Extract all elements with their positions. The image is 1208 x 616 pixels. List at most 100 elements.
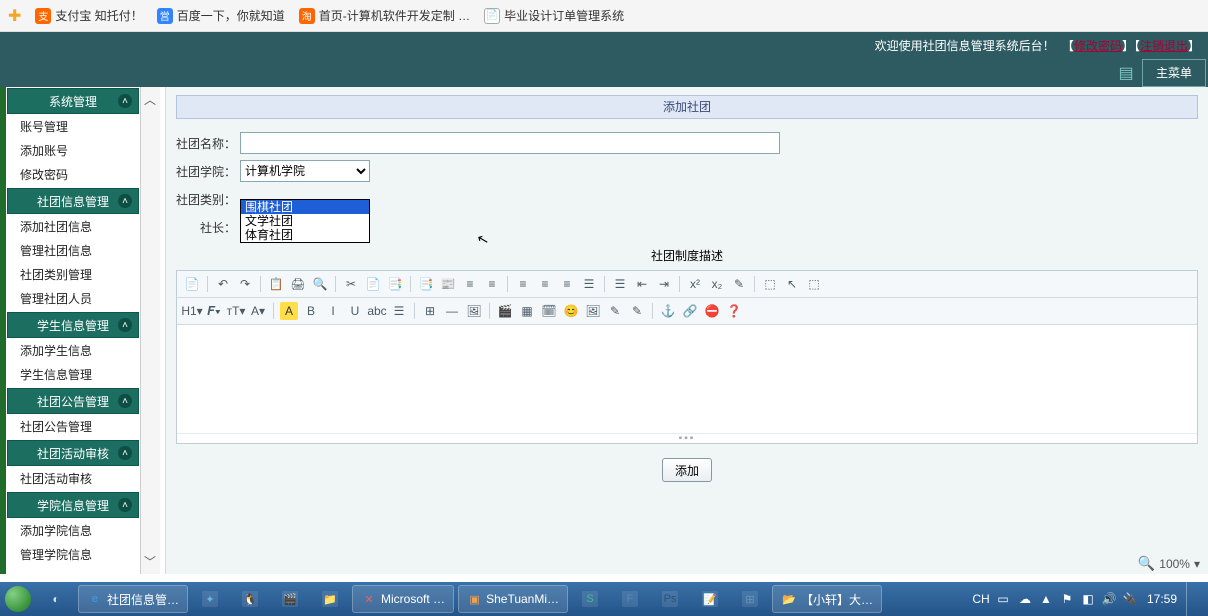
toolbar-button[interactable]: ⛔ [703, 302, 721, 320]
taskbar-item[interactable]: Ps [651, 585, 689, 613]
toolbar-button[interactable]: ⬚ [805, 275, 823, 293]
accordion-header[interactable]: 学生信息管理˄ [7, 312, 139, 338]
category-select-open[interactable]: 围棋社团 文学社团 体育社团 [240, 199, 370, 243]
category-option[interactable]: 文学社团 [241, 214, 369, 228]
taskbar-item[interactable]: ✕Microsoft … [352, 585, 454, 613]
sidebar-item[interactable]: 修改密码 [6, 163, 140, 187]
toolbar-button[interactable]: x² [686, 275, 704, 293]
toolbar-button[interactable]: ⇥ [655, 275, 673, 293]
toolbar-button[interactable]: ☰ [611, 275, 629, 293]
toolbar-button[interactable]: 🗓 [540, 302, 558, 320]
taskbar-item[interactable]: 🎬 [271, 585, 309, 613]
toolbar-button[interactable]: ⊞ [421, 302, 439, 320]
logout-link[interactable]: 注销退出 [1140, 39, 1188, 53]
submit-button[interactable]: 添加 [662, 458, 712, 482]
toolbar-button[interactable]: 📄 [183, 275, 201, 293]
taskbar-item[interactable]: ✦ [191, 585, 229, 613]
taskbar-item[interactable]: F [611, 585, 649, 613]
accordion-header[interactable]: 系统管理˄ [7, 88, 139, 114]
zoom-indicator[interactable]: 🔍 100% ▾ [1138, 555, 1200, 572]
toolbar-button[interactable]: ✎ [730, 275, 748, 293]
zoom-dropdown-icon[interactable]: ▾ [1194, 557, 1200, 571]
toolbar-button[interactable]: I [324, 302, 342, 320]
toolbar-button[interactable]: — [443, 302, 461, 320]
college-select[interactable]: 计算机学院 [240, 160, 370, 182]
taskbar-item[interactable]: 🐧 [231, 585, 269, 613]
toolbar-button[interactable]: ≡ [461, 275, 479, 293]
toolbar-button[interactable]: 🖼 [465, 302, 483, 320]
toolbar-button[interactable]: 🔍 [311, 275, 329, 293]
sidebar-item[interactable]: 社团类别管理 [6, 263, 140, 287]
sidebar-item[interactable]: 添加账号 [6, 139, 140, 163]
toolbar-button[interactable]: H1▾ [183, 302, 201, 320]
main-menu-button[interactable]: 主菜单 [1142, 59, 1206, 87]
toolbar-button[interactable]: ⚓ [659, 302, 677, 320]
toolbar-button[interactable]: abc [368, 302, 386, 320]
accordion-header[interactable]: 学院信息管理˄ [7, 492, 139, 518]
toolbar-button[interactable]: 😊 [562, 302, 580, 320]
start-button[interactable] [0, 582, 36, 616]
editor-body[interactable] [177, 325, 1197, 433]
toolbar-button[interactable]: B [302, 302, 320, 320]
toolbar-button[interactable]: ⬚ [761, 275, 779, 293]
toolbar-button[interactable]: тT▾ [227, 302, 245, 320]
toolbar-button[interactable]: ☰ [390, 302, 408, 320]
toolbar-button[interactable]: 🖼 [584, 302, 602, 320]
club-name-input[interactable] [240, 132, 780, 154]
tray-icon[interactable]: ◧ [1080, 591, 1096, 607]
tray-icon[interactable]: ☁ [1017, 591, 1033, 607]
sidebar-item[interactable]: 账号管理 [6, 115, 140, 139]
toolbar-button[interactable]: A▾ [249, 302, 267, 320]
toolbar-button[interactable]: ≡ [558, 275, 576, 293]
toolbar-button[interactable]: 📑 [417, 275, 435, 293]
toolbar-button[interactable]: 📰 [439, 275, 457, 293]
toolbar-button[interactable]: ≡ [514, 275, 532, 293]
tray-icon[interactable]: ▲ [1038, 591, 1054, 607]
ime-sub-icon[interactable]: ▭ [995, 591, 1011, 607]
accordion-header[interactable]: 社团信息管理˄ [7, 188, 139, 214]
toolbar-button[interactable]: 📋 [267, 275, 285, 293]
toolbar-button[interactable]: ▦ [518, 302, 536, 320]
category-option[interactable]: 体育社团 [241, 228, 369, 242]
category-option[interactable]: 围棋社团 [241, 200, 369, 214]
toolbar-button[interactable]: ❓ [725, 302, 743, 320]
taskbar-item[interactable]: 📂【小轩】大… [772, 585, 882, 613]
menu-toggle-icon[interactable]: ▤ [1114, 61, 1138, 85]
sidebar-item[interactable]: 管理社团人员 [6, 287, 140, 311]
toolbar-button[interactable]: 📄 [364, 275, 382, 293]
toolbar-button[interactable]: x₂ [708, 275, 726, 293]
taskbar-item[interactable]: ⊞ [731, 585, 769, 613]
sidebar-item[interactable]: 添加社团信息 [6, 215, 140, 239]
toolbar-button[interactable]: ✎ [606, 302, 624, 320]
toolbar-button[interactable]: 𝑭▾ [205, 302, 223, 320]
bookmark-item[interactable]: 📄毕业设计订单管理系统 [484, 7, 624, 24]
toolbar-button[interactable]: ↶ [214, 275, 232, 293]
bookmark-item[interactable]: 営百度一下，你就知道 [157, 7, 285, 24]
toolbar-button[interactable]: ⇤ [633, 275, 651, 293]
sidebar-item[interactable]: 管理学院信息 [6, 543, 140, 567]
toolbar-button[interactable]: 📑 [386, 275, 404, 293]
tray-icon[interactable]: 🔊 [1101, 591, 1117, 607]
ime-indicator[interactable]: CH [973, 591, 989, 607]
toolbar-button[interactable]: U [346, 302, 364, 320]
sidebar-item[interactable]: 社团公告管理 [6, 415, 140, 439]
sidebar-item[interactable]: 添加学院信息 [6, 519, 140, 543]
bookmark-item[interactable]: 淘首页-计算机软件开发定制 … [299, 7, 470, 24]
scroll-up-icon[interactable]: ︿ [144, 91, 156, 108]
toolbar-button[interactable]: ↷ [236, 275, 254, 293]
toolbar-button[interactable]: ✂ [342, 275, 360, 293]
bookmark-add-icon[interactable]: ✚ [8, 6, 21, 26]
taskbar-item[interactable]: 📁 [311, 585, 349, 613]
sidebar-item[interactable]: 添加学生信息 [6, 339, 140, 363]
toolbar-button[interactable]: ≡ [483, 275, 501, 293]
toolbar-button[interactable]: 🔗 [681, 302, 699, 320]
sidebar-item[interactable]: 学生信息管理 [6, 363, 140, 387]
sidebar-item[interactable]: 管理社团信息 [6, 239, 140, 263]
accordion-header[interactable]: 社团活动审核˄ [7, 440, 139, 466]
accordion-header[interactable]: 社团公告管理˄ [7, 388, 139, 414]
toolbar-button[interactable]: ≡ [536, 275, 554, 293]
bookmark-item[interactable]: 支支付宝 知托付！ [35, 7, 142, 24]
taskbar-item[interactable]: e社团信息管… [78, 585, 188, 613]
taskbar-item[interactable]: 📝 [691, 585, 729, 613]
clock[interactable]: 17:59 [1144, 592, 1180, 606]
